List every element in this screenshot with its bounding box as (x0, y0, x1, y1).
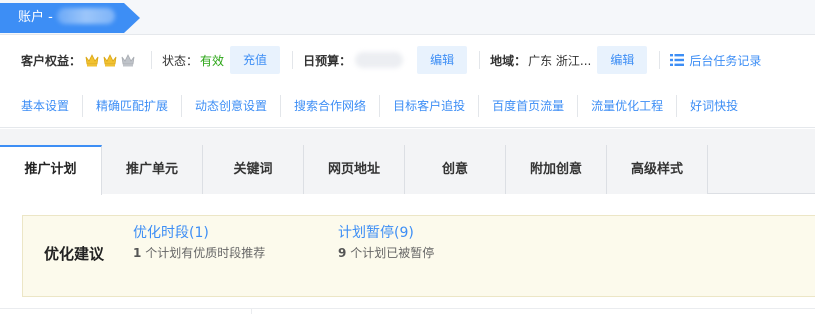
tool-search-partner-network[interactable]: 搜索合作网络 (281, 94, 381, 117)
recharge-button[interactable]: 充值 (230, 46, 281, 74)
divider (151, 51, 153, 69)
crown-gold-icon[interactable] (85, 53, 99, 67)
status-group: 状态： 有效 充值 (162, 46, 281, 74)
redacted-account-name (56, 8, 115, 24)
suggestion-count: 1 (133, 246, 142, 260)
task-history-link[interactable]: 后台任务记录 (670, 52, 761, 69)
tool-target-customer-retarget[interactable]: 目标客户追投 (380, 94, 480, 117)
suggestion-item: 计划暂停(9) 9 个计划已被暂停 (338, 224, 434, 261)
tool-traffic-optimization[interactable]: 流量优化工程 (578, 94, 678, 117)
tab-extension-creative[interactable]: 附加创意 (506, 145, 607, 194)
tab-keyword[interactable]: 关键词 (203, 145, 304, 194)
suggestion-optimize-time-link[interactable]: 优化时段(1) (133, 224, 265, 242)
account-info-row: 客户权益： 状态： 有效 充值 日预算： 编辑 地域： 广东 浙江... 编辑 … (0, 38, 815, 82)
tool-basic-settings[interactable]: 基本设置 (0, 94, 84, 117)
tool-dynamic-creative-settings[interactable]: 动态创意设置 (182, 94, 282, 117)
rights-crowns (85, 53, 135, 67)
tool-good-keyword-quick-bid[interactable]: 好词快投 (677, 95, 751, 117)
tools-row: 基本设置 精确匹配扩展 动态创意设置 搜索合作网络 目标客户追投 百度首页流量 … (0, 84, 815, 128)
customer-rights: 客户权益： (21, 52, 135, 69)
region-group: 地域： 广东 浙江... 编辑 (490, 46, 648, 74)
tab-bar: 推广计划 推广单元 关键词 网页地址 创意 附加创意 高级样式 (0, 145, 815, 195)
suggestion-item: 优化时段(1) 1 个计划有优质时段推荐 (133, 224, 265, 261)
status-label: 状态： (162, 53, 199, 68)
divider (292, 51, 294, 69)
budget-label: 日预算： (303, 53, 352, 68)
crown-gold-icon[interactable] (103, 53, 117, 67)
divider (479, 51, 481, 69)
tool-exact-match-extension[interactable]: 精确匹配扩展 (83, 94, 183, 117)
region-edit-button[interactable]: 编辑 (597, 46, 648, 74)
suggestion-desc: 9 个计划已被暂停 (338, 244, 434, 261)
tab-creative[interactable]: 创意 (405, 145, 506, 194)
list-icon (670, 54, 685, 66)
tab-advanced-style[interactable]: 高级样式 (607, 145, 708, 194)
tab-ad-group[interactable]: 推广单元 (102, 145, 203, 194)
tool-baidu-homepage-traffic[interactable]: 百度首页流量 (479, 94, 579, 117)
section-gap (0, 129, 815, 145)
top-bar: 账户 - (0, 0, 815, 35)
budget-group: 日预算： 编辑 (303, 46, 468, 74)
rights-label: 客户权益： (21, 53, 82, 68)
suggestion-desc-text: 个计划已被暂停 (350, 246, 435, 260)
suggestion-paused-link[interactable]: 计划暂停(9) (338, 224, 434, 242)
divider (0, 308, 815, 309)
suggestion-count: 9 (338, 246, 347, 260)
breadcrumb-label: 账户 - (18, 10, 53, 25)
region-value: 广东 浙江... (528, 53, 592, 68)
tab-campaign[interactable]: 推广计划 (0, 145, 102, 195)
region-label: 地域： (490, 53, 527, 68)
optimization-suggestions: 优化建议 优化时段(1) 1 个计划有优质时段推荐 计划暂停(9) 9 个计划已… (22, 215, 815, 297)
status-value: 有效 (200, 53, 225, 68)
tab-url[interactable]: 网页地址 (304, 145, 405, 194)
divider (251, 308, 252, 314)
breadcrumb[interactable]: 账户 - (0, 3, 140, 33)
budget-edit-button[interactable]: 编辑 (417, 46, 468, 74)
suggestion-desc-text: 个计划有优质时段推荐 (145, 246, 266, 260)
suggestions-title: 优化建议 (44, 245, 105, 263)
suggestion-desc: 1 个计划有优质时段推荐 (133, 244, 265, 261)
content-area: 优化建议 优化时段(1) 1 个计划有优质时段推荐 计划暂停(9) 9 个计划已… (0, 195, 815, 314)
divider (659, 51, 661, 69)
crown-gray-icon[interactable] (121, 53, 135, 67)
redacted-budget-value (355, 52, 404, 68)
task-history-label: 后台任务记录 (689, 53, 762, 68)
